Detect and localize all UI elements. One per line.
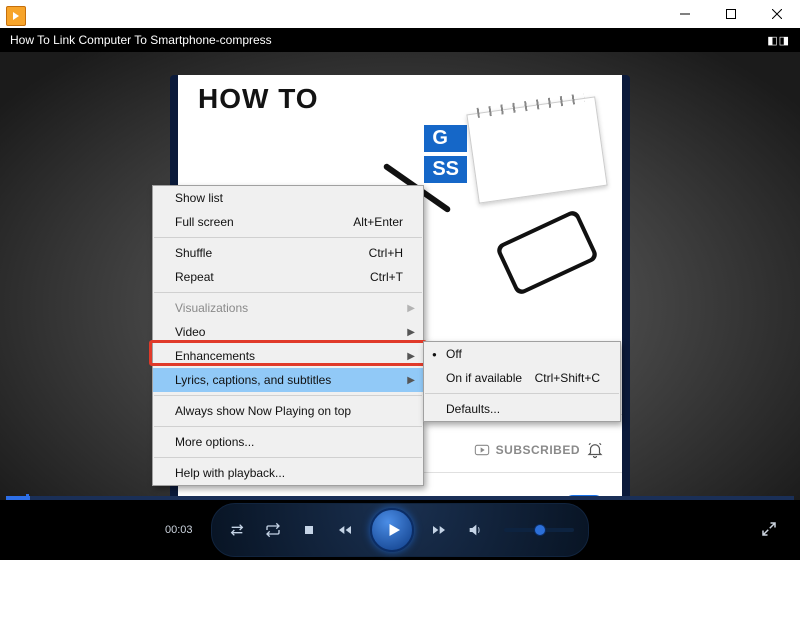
lyrics-submenu: ●Off On if availableCtrl+Shift+C Default… xyxy=(423,341,621,422)
shuffle-button[interactable] xyxy=(226,519,248,541)
frame-heading: HOW TO xyxy=(198,83,319,115)
menu-visualizations: Visualizations▶ xyxy=(153,296,423,320)
previous-button[interactable] xyxy=(334,519,356,541)
menu-shuffle[interactable]: ShuffleCtrl+H xyxy=(153,241,423,265)
stop-button[interactable] xyxy=(298,519,320,541)
menu-more-options[interactable]: More options... xyxy=(153,430,423,454)
subscribed-badge[interactable]: SUBSCRIBED xyxy=(474,441,604,459)
player-controls: 00:03 xyxy=(0,500,800,560)
volume-thumb[interactable] xyxy=(534,524,546,536)
minimize-button[interactable] xyxy=(662,0,708,28)
menu-help-playback[interactable]: Help with playback... xyxy=(153,461,423,485)
submenu-defaults[interactable]: Defaults... xyxy=(424,397,620,421)
close-button[interactable] xyxy=(754,0,800,28)
play-button[interactable] xyxy=(370,508,414,552)
context-menu: Show list Full screenAlt+Enter ShuffleCt… xyxy=(152,185,424,486)
menu-video[interactable]: Video▶ xyxy=(153,320,423,344)
menu-lyrics-captions-subtitles[interactable]: Lyrics, captions, and subtitles▶ xyxy=(153,368,423,392)
title-bar xyxy=(0,0,800,28)
wmp-app-icon xyxy=(6,6,26,26)
submenu-on-if-available[interactable]: On if availableCtrl+Shift+C xyxy=(424,366,620,390)
elapsed-time: 00:03 xyxy=(165,524,193,536)
submenu-off[interactable]: ●Off xyxy=(424,342,620,366)
menu-enhancements[interactable]: Enhancements▶ xyxy=(153,344,423,368)
menu-always-on-top[interactable]: Always show Now Playing on top xyxy=(153,399,423,423)
volume-slider[interactable] xyxy=(504,528,574,532)
frame-notepad-graphic xyxy=(466,96,607,203)
switch-to-library-icon[interactable]: ◧◨ xyxy=(767,34,790,47)
maximize-button[interactable] xyxy=(708,0,754,28)
frame-phone-graphic xyxy=(495,209,600,297)
next-button[interactable] xyxy=(428,519,450,541)
menu-full-screen[interactable]: Full screenAlt+Enter xyxy=(153,210,423,234)
mute-button[interactable] xyxy=(464,519,486,541)
repeat-button[interactable] xyxy=(262,519,284,541)
menu-show-list[interactable]: Show list xyxy=(153,186,423,210)
video-title-text: How To Link Computer To Smartphone-compr… xyxy=(10,33,272,47)
frame-badge: GSS xyxy=(424,125,467,187)
bell-icon[interactable] xyxy=(586,441,604,459)
video-viewport: HOW TO GSS Like Dislike Share xyxy=(0,52,800,560)
menu-repeat[interactable]: RepeatCtrl+T xyxy=(153,265,423,289)
now-playing-bar: How To Link Computer To Smartphone-compr… xyxy=(0,28,800,52)
fullscreen-button[interactable] xyxy=(760,520,780,540)
